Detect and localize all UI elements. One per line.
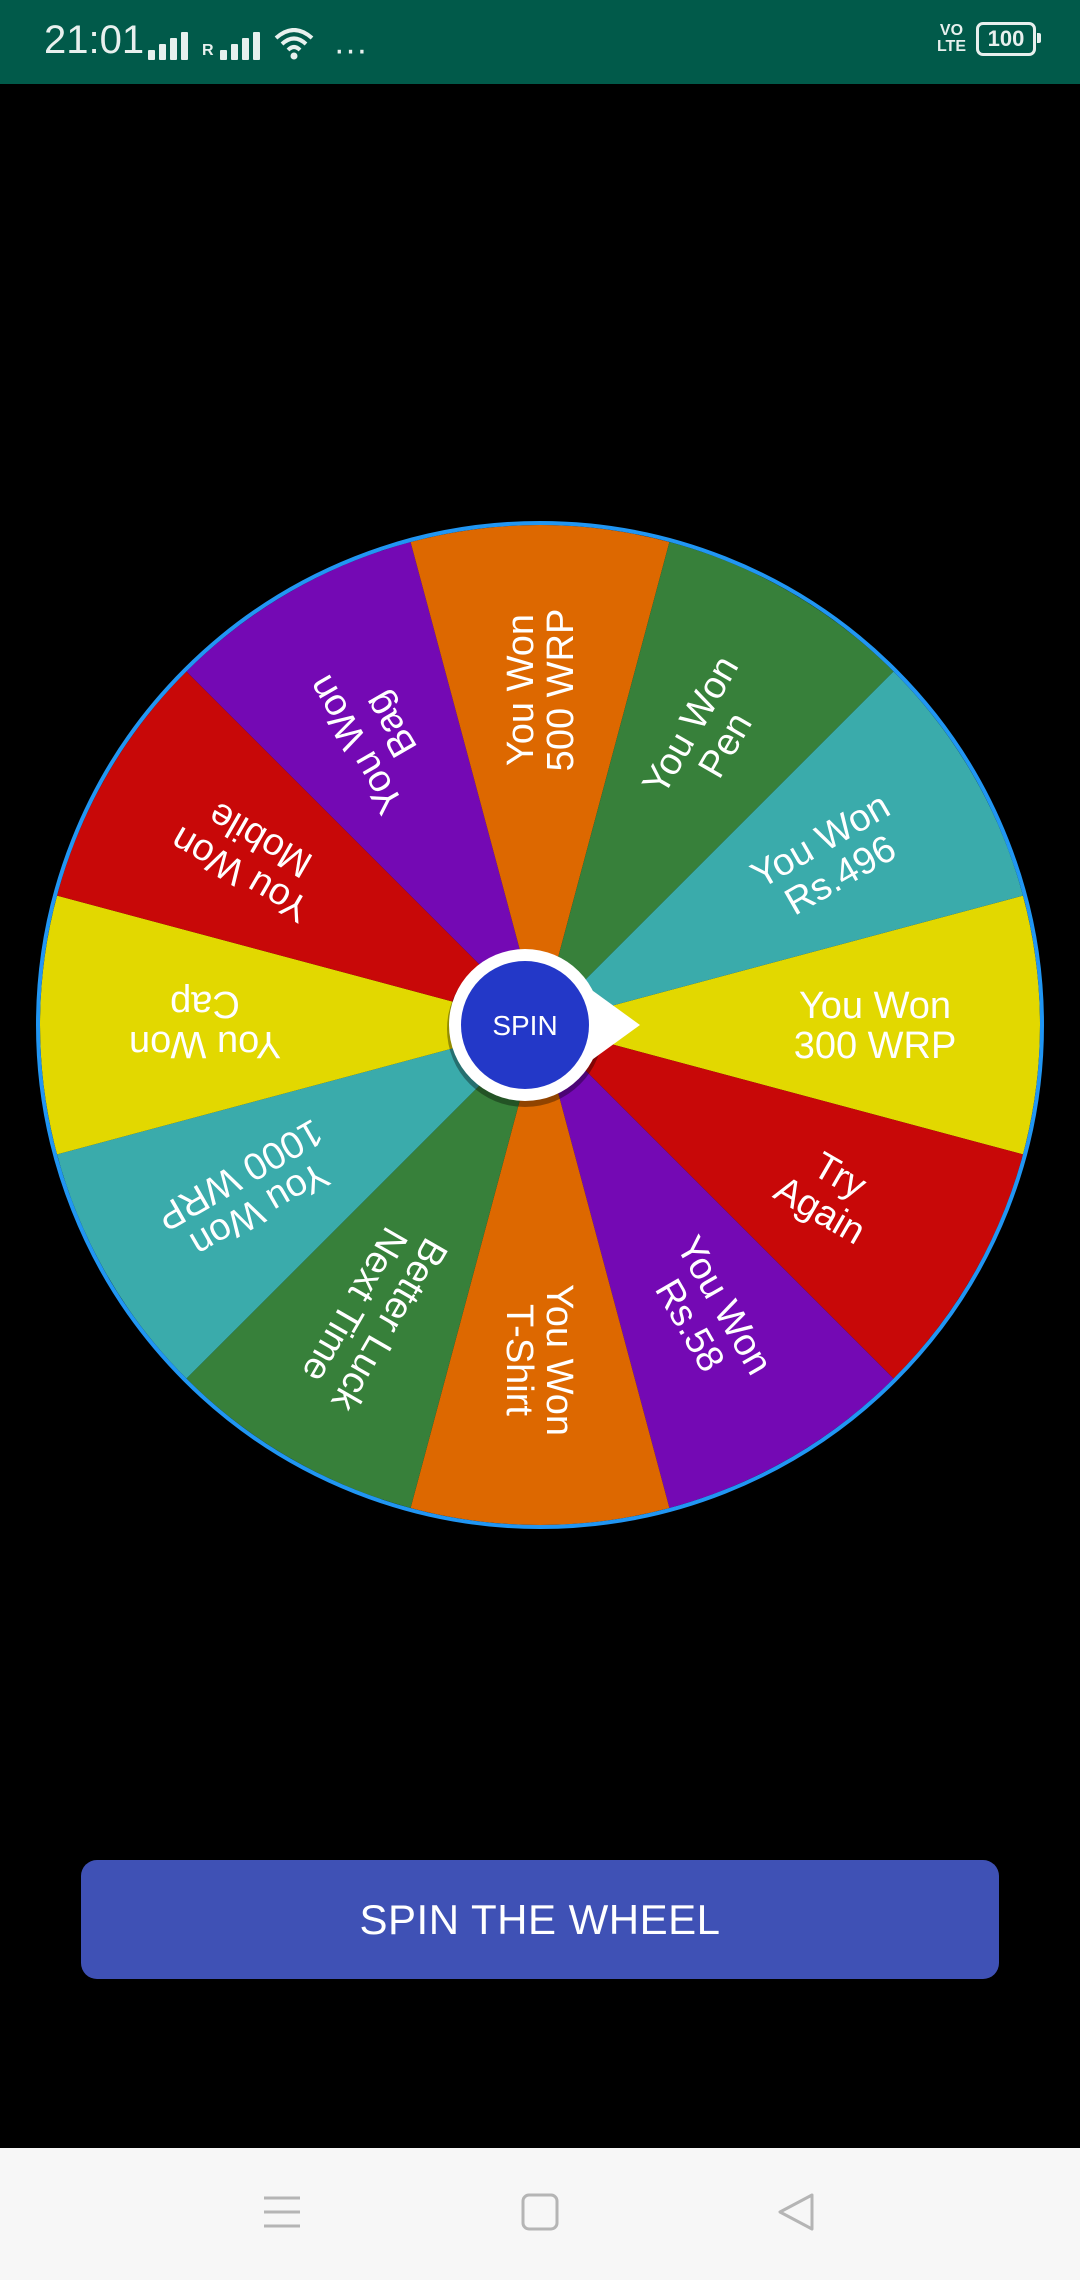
status-icons-right: VO LTE 100 [937, 22, 1041, 56]
back-triangle-icon[interactable] [776, 2192, 816, 2232]
prize-wheel[interactable]: You Won 300 WRPTryAgainYou WonRs.58You Wo… [0, 84, 1080, 2148]
signal-icon [148, 32, 188, 60]
wheel-segment-label-line: Cap [170, 983, 240, 1025]
navigation-bar [0, 2148, 1080, 2280]
wheel-segment-label-line: You Won [500, 614, 542, 766]
volte-line2: LTE [936, 38, 966, 55]
wheel-segment-label-line: You Won [538, 1284, 580, 1436]
signal-roaming-icon: R [202, 32, 260, 60]
volte-line1: VO [939, 22, 964, 39]
wheel-segment-label-line: 300 WRP [794, 1025, 957, 1067]
spin-hub-label[interactable]: SPIN [492, 1010, 557, 1041]
wheel-segment-label: You Won 300 WRP [794, 985, 957, 1067]
wheel-segment-label-line: 500 WRP [540, 609, 582, 772]
wheel-area: You Won 300 WRP TryAgain You WonRs.58 You Wo… [0, 84, 1080, 2148]
wifi-icon [274, 28, 313, 60]
wheel-segment-label: You WonT-Shirt [498, 1284, 580, 1436]
wheel-segment-label: You Won500 WRP [500, 609, 582, 772]
status-time: 21:01 [44, 18, 145, 62]
battery-level: 100 [987, 26, 1025, 51]
wheel-segment-label-line: T-Shirt [498, 1304, 540, 1416]
volte-icon: VO LTE [937, 23, 966, 55]
roaming-label: R [202, 42, 214, 59]
status-icons-left: R ··· [148, 28, 368, 69]
battery-icon: 100 [976, 22, 1041, 56]
menu-icon[interactable] [262, 2192, 302, 2232]
wheel-segment-label-line: You Won [129, 1023, 281, 1065]
spin-the-wheel-label: SPIN THE WHEEL [359, 1895, 721, 1943]
status-bar: 21:01 R ··· VO LTE 100 [0, 0, 1080, 84]
more-notifications-icon: ··· [333, 31, 368, 69]
spin-the-wheel-button[interactable]: SPIN THE WHEEL [81, 1860, 999, 1979]
home-square-icon[interactable] [520, 2192, 560, 2232]
wheel-segment-label-line: You Won [799, 985, 951, 1027]
